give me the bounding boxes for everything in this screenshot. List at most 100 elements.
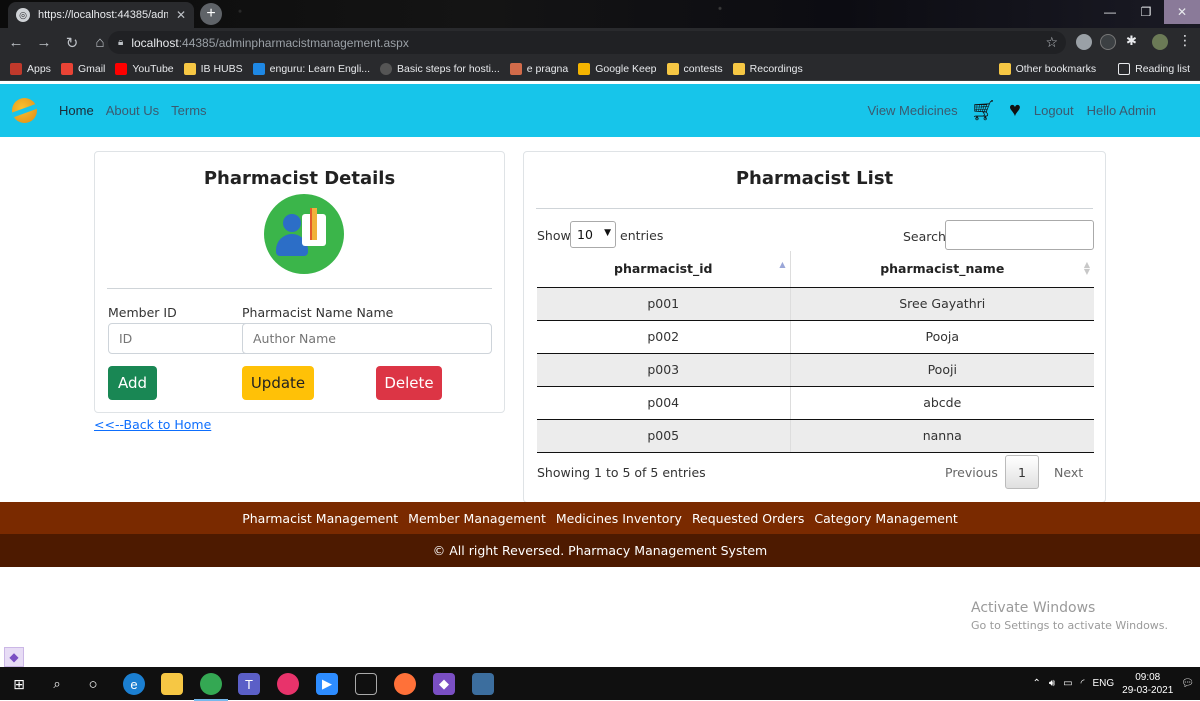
table-row[interactable]: p002 Pooja — [537, 320, 1094, 354]
heart-icon[interactable]: ♥ — [1009, 99, 1021, 122]
bookmark-google-keep[interactable]: Google Keep — [578, 62, 657, 75]
wifi-icon[interactable]: ◜ — [1081, 678, 1085, 689]
browser-toolbar: ← → ↻ ⌂ 🔒︎ localhost:44385/adminpharmaci… — [0, 28, 1200, 57]
nav-about[interactable]: About Us — [106, 103, 159, 118]
address-bar[interactable]: 🔒︎ localhost:44385/adminpharmacistmanage… — [108, 31, 1066, 54]
previous-page-button[interactable]: Previous — [945, 465, 998, 480]
nav-left: Home About Us Terms — [59, 84, 207, 137]
bookmark-apps[interactable]: Apps — [10, 62, 51, 75]
bookmark-contests[interactable]: contests — [666, 62, 723, 75]
nav-hello-admin[interactable]: Hello Admin — [1087, 103, 1156, 118]
bookmark-gmail[interactable]: Gmail — [60, 62, 105, 75]
nav-view-medicines[interactable]: View Medicines — [868, 103, 958, 118]
next-page-button[interactable]: Next — [1054, 465, 1083, 480]
epragna-icon — [509, 62, 522, 75]
bookmark-label: Other bookmarks — [1015, 63, 1097, 75]
search-icon[interactable]: ⌕ — [46, 673, 68, 695]
footer-category-management[interactable]: Category Management — [814, 511, 957, 526]
clock-date: 29-03-2021 — [1122, 684, 1174, 696]
add-button[interactable]: Add — [108, 366, 157, 400]
column-header-id[interactable]: pharmacist_id ▲ — [537, 251, 790, 288]
cell-id: p001 — [537, 287, 790, 321]
footer-medicines-inventory[interactable]: Medicines Inventory — [556, 511, 682, 526]
app-icon[interactable] — [277, 673, 299, 695]
bookmark-basic-steps[interactable]: Basic steps for hosti... — [380, 62, 500, 75]
bookmark-youtube[interactable]: YouTube — [115, 62, 174, 75]
forward-arrow-icon[interactable]: → — [32, 34, 56, 51]
table-row[interactable]: p004 abcde — [537, 386, 1094, 420]
close-window-icon[interactable]: ✕ — [1164, 0, 1200, 24]
search-input[interactable] — [945, 220, 1094, 250]
reload-icon[interactable]: ↻ — [60, 34, 84, 52]
update-button[interactable]: Update — [242, 366, 314, 400]
page-1-button[interactable]: 1 — [1005, 455, 1039, 489]
watermark-line1: Activate Windows — [971, 600, 1096, 616]
bookmark-recordings[interactable]: Recordings — [732, 62, 803, 75]
chrome-icon[interactable] — [194, 673, 228, 701]
battery-icon[interactable]: ▭ — [1063, 678, 1072, 689]
nav-terms[interactable]: Terms — [171, 103, 206, 118]
folder-icon — [732, 62, 745, 75]
firefox-icon[interactable] — [394, 673, 416, 695]
footer-pharmacist-management[interactable]: Pharmacist Management — [242, 511, 398, 526]
pharmacist-table: pharmacist_id ▲ pharmacist_name ▲ ▼ p001 … — [537, 251, 1094, 453]
cart-icon[interactable]: 🛒︎ — [971, 98, 996, 123]
visual-studio-icon[interactable]: ◆ — [433, 673, 455, 695]
nav-home[interactable]: Home — [59, 103, 94, 118]
clock[interactable]: 09:08 29-03-2021 — [1122, 671, 1173, 697]
keep-icon — [578, 62, 591, 75]
table-row[interactable]: p003 Pooji — [537, 353, 1094, 387]
bookmark-star-icon[interactable]: ☆ — [1045, 34, 1058, 51]
pharmacist-details-card: Pharmacist Details Member ID Go Pharmaci… — [94, 151, 505, 413]
back-arrow-icon[interactable]: ← — [4, 34, 28, 51]
reading-list[interactable]: Reading list — [1118, 63, 1190, 75]
details-title: Pharmacist Details — [203, 168, 396, 189]
minimize-icon[interactable]: — — [1092, 0, 1128, 24]
teams-icon[interactable]: T — [238, 673, 260, 695]
url-host: localhost — [131, 35, 179, 50]
back-to-home-link[interactable]: <<--Back to Home — [94, 417, 211, 432]
new-tab-button[interactable]: + — [200, 3, 222, 25]
notifications-icon[interactable]: 💬︎ — [1181, 678, 1194, 689]
tab-close-icon[interactable]: ✕ — [176, 8, 186, 22]
lock-icon[interactable]: 🔒︎ — [118, 37, 123, 48]
menu-kebab-icon[interactable]: ⋮ — [1178, 32, 1194, 48]
nav-logout[interactable]: Logout — [1034, 103, 1074, 118]
site-logo[interactable] — [12, 98, 37, 123]
terminal-icon[interactable] — [355, 673, 377, 695]
zoom-icon[interactable]: ▶ — [316, 673, 338, 695]
profile-avatar[interactable] — [1152, 34, 1168, 50]
file-explorer-icon[interactable] — [161, 673, 183, 695]
language-indicator[interactable]: ENG — [1092, 678, 1114, 689]
windows-taskbar: ⊞ ⌕ ○ e T ▶ ◆ ⌃ 🔊︎ ▭ ◜ ENG 09:08 29-03-2… — [0, 667, 1200, 701]
other-bookmarks[interactable]: Other bookmarks — [998, 63, 1097, 75]
bookmark-ibhubs[interactable]: IB HUBS — [183, 62, 243, 75]
task-view-icon[interactable]: ○ — [82, 673, 104, 695]
browser-tab[interactable]: ◎ https://localhost:44385/adminph ✕ — [8, 2, 194, 28]
sql-server-icon[interactable] — [472, 673, 494, 695]
entries-select[interactable]: 10 ▼ — [570, 221, 616, 248]
window-controls: — ❐ ✕ — [1092, 0, 1200, 28]
footer-requested-orders[interactable]: Requested Orders — [692, 511, 804, 526]
maximize-icon[interactable]: ❐ — [1128, 0, 1164, 24]
column-header-name[interactable]: pharmacist_name ▲ ▼ — [789, 251, 1094, 288]
pharmacist-name-input[interactable] — [242, 323, 492, 354]
puzzle-icon[interactable]: ✱ — [1126, 33, 1142, 49]
edge-icon[interactable]: e — [123, 673, 145, 695]
chevron-up-icon[interactable]: ⌃ — [1032, 678, 1040, 689]
table-row[interactable]: p005 nanna — [537, 419, 1094, 453]
windows-start-icon[interactable]: ⊞ — [8, 673, 30, 695]
bookmark-label: Basic steps for hosti... — [397, 62, 500, 75]
cell-id: p002 — [537, 320, 790, 354]
bookmark-enguru[interactable]: enguru: Learn Engli... — [252, 62, 370, 75]
table-row[interactable]: p001 Sree Gayathri — [537, 287, 1094, 321]
extension-icon[interactable] — [1100, 34, 1116, 50]
extension-icon[interactable] — [1076, 34, 1092, 50]
cell-name: Pooji — [789, 353, 1094, 387]
bookmark-epragna[interactable]: e pragna — [509, 62, 568, 75]
delete-button[interactable]: Delete — [376, 366, 442, 400]
visual-studio-icon[interactable]: ◆ — [4, 647, 24, 667]
cell-id: p003 — [537, 353, 790, 387]
footer-member-management[interactable]: Member Management — [408, 511, 546, 526]
volume-icon[interactable]: 🔊︎ — [1049, 678, 1055, 689]
